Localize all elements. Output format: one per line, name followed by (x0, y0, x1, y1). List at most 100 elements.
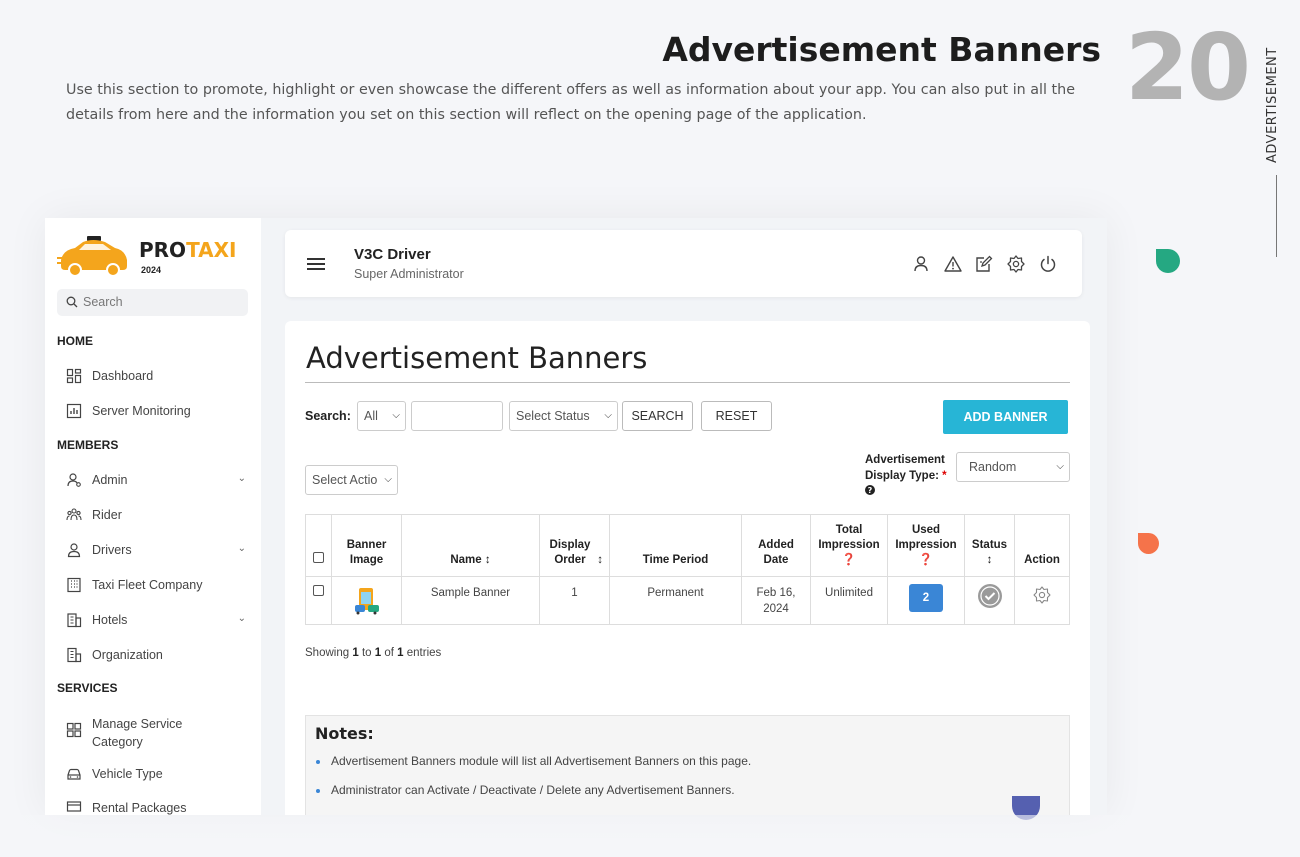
col-display-order[interactable]: Display Order ↕ (539, 514, 610, 577)
used-impression-cell: 2 (887, 576, 965, 625)
active-check-icon[interactable] (977, 584, 1002, 608)
row-select-cell (305, 576, 332, 625)
sidebar-item-label: Organization (92, 648, 163, 662)
chevron-down-icon: ⌵ (384, 474, 392, 485)
used-impression-button[interactable]: 2 (909, 584, 943, 612)
hamburger-menu-icon[interactable] (307, 258, 325, 270)
select-all-checkbox[interactable] (313, 552, 324, 563)
brand-logo[interactable]: PROTAXI 2024 (57, 230, 237, 278)
brand-name: PROTAXI (139, 238, 237, 262)
bulk-action-select[interactable]: Select Actio ⌵ (305, 465, 398, 495)
chevron-down-icon[interactable]: ⌄ (238, 543, 246, 554)
sort-icon[interactable]: ↕ (485, 554, 491, 566)
display-type-value: Random (969, 460, 1017, 474)
grid-icon (66, 722, 82, 738)
sidebar-item-label: Drivers (92, 543, 132, 557)
power-icon[interactable] (1038, 254, 1058, 274)
sidebar-item-label: Vehicle Type (92, 767, 163, 781)
help-icon[interactable]: ❓ (919, 554, 933, 566)
driver-icon (67, 543, 81, 558)
help-icon[interactable]: ❓ (842, 554, 856, 566)
green-drop-decoration (1156, 249, 1180, 273)
table-row: Sample Banner 1 Permanent Feb 16, 2024 U… (305, 576, 1070, 625)
sidebar-item-manage-service-category[interactable]: Manage Service Category (66, 714, 251, 750)
search-input[interactable] (411, 401, 503, 431)
notes-title: Notes: (315, 724, 374, 743)
table-entries-info: Showing 1 to 1 of 1 entries (305, 647, 442, 659)
notes-panel: Notes: Advertisement Banners module will… (305, 715, 1070, 815)
select-all-cell (305, 514, 332, 577)
total-impression: Unlimited (810, 576, 888, 625)
search-icon (66, 296, 78, 308)
col-action: Action (1014, 514, 1070, 577)
user-name: V3C Driver (354, 246, 431, 263)
col-used-impression: Used Impression ❓ (887, 514, 965, 577)
page-title: Advertisement Banners (306, 341, 648, 375)
added-date: Feb 16, 2024 (741, 576, 811, 625)
chevron-down-icon: ⌵ (1056, 461, 1064, 472)
col-added-date: Added Date (741, 514, 811, 577)
status-select[interactable]: Select Status ⌵ (509, 401, 618, 431)
display-type-label: Advertisement Display Type: * ? (865, 454, 947, 495)
chevron-down-icon: ⌵ (604, 410, 612, 421)
chevron-down-icon[interactable]: ⌄ (238, 613, 246, 624)
sidebar-item-label: Taxi Fleet Company (92, 578, 203, 592)
rider-icon (66, 508, 82, 521)
gear-icon[interactable] (1032, 585, 1052, 605)
col-time-period: Time Period (609, 514, 742, 577)
sidebar-item-label: Hotels (92, 613, 128, 627)
banner-name: Sample Banner (401, 576, 540, 625)
sort-icon[interactable]: ↕ (597, 554, 603, 566)
hotel-icon (67, 613, 82, 628)
title-divider (305, 382, 1070, 383)
building-icon (67, 577, 81, 593)
reset-button[interactable]: RESET (701, 401, 772, 431)
section-members: MEMBERS (57, 438, 119, 452)
add-banner-button[interactable]: ADD BANNER (943, 400, 1068, 434)
table-header-row: Banner Image Name ↕ Display Order ↕ Time… (305, 514, 1070, 577)
user-role: Super Administrator (354, 267, 464, 281)
sidebar: PROTAXI 2024 Search HOME Dashboard Serve… (45, 218, 261, 815)
search-field-value: All (364, 409, 378, 423)
sidebar-item-label: Admin (92, 473, 128, 487)
doc-side-divider (1276, 175, 1277, 257)
chevron-down-icon: ⌵ (392, 410, 400, 421)
banners-table: Banner Image Name ↕ Display Order ↕ Time… (305, 514, 1070, 625)
doc-description: Use this section to promote, highlight o… (66, 82, 1075, 123)
col-status[interactable]: Status ↕ (964, 514, 1015, 577)
alert-icon[interactable] (943, 254, 963, 274)
help-icon[interactable]: ? (865, 485, 875, 495)
admin-icon (67, 473, 81, 487)
chart-icon (66, 403, 82, 419)
note-item: Advertisement Banners module will list a… (315, 754, 752, 768)
display-type-select[interactable]: Random ⌵ (956, 452, 1070, 482)
col-name[interactable]: Name ↕ (401, 514, 540, 577)
car-icon (67, 768, 81, 780)
main-content: Advertisement Banners Search: All ⌵ Sele… (285, 321, 1090, 815)
sidebar-item-label: Rental Packages (92, 801, 187, 815)
doc-side-label: ADVERTISEMENT (1265, 30, 1287, 170)
search-field-select[interactable]: All ⌵ (357, 401, 406, 431)
package-icon (66, 801, 82, 812)
search-button[interactable]: SEARCH (622, 401, 693, 431)
doc-title: Advertisement Banners (662, 30, 1101, 69)
doc-side-text: ADVERTISEMENT (1265, 47, 1280, 163)
sort-icon[interactable]: ↕ (987, 554, 993, 566)
time-period: Permanent (609, 576, 742, 625)
sidebar-search-input[interactable]: Search (57, 289, 248, 316)
col-total-impression: Total Impression ❓ (810, 514, 888, 577)
orange-drop-decoration (1138, 533, 1159, 554)
chevron-down-icon[interactable]: ⌄ (238, 473, 246, 484)
sidebar-item-label: Manage Service Category (92, 717, 183, 749)
edit-icon[interactable] (974, 254, 994, 274)
sidebar-item-label: Server Monitoring (92, 404, 191, 418)
settings-icon[interactable] (1006, 254, 1026, 274)
section-home: HOME (57, 334, 93, 348)
banner-image-cell (331, 576, 402, 625)
sidebar-item-label: Rider (92, 508, 122, 522)
banner-thumbnail[interactable] (353, 585, 381, 615)
display-order: 1 (539, 576, 610, 625)
organization-icon (67, 647, 82, 663)
row-checkbox[interactable] (313, 585, 324, 596)
profile-icon[interactable] (911, 254, 931, 274)
